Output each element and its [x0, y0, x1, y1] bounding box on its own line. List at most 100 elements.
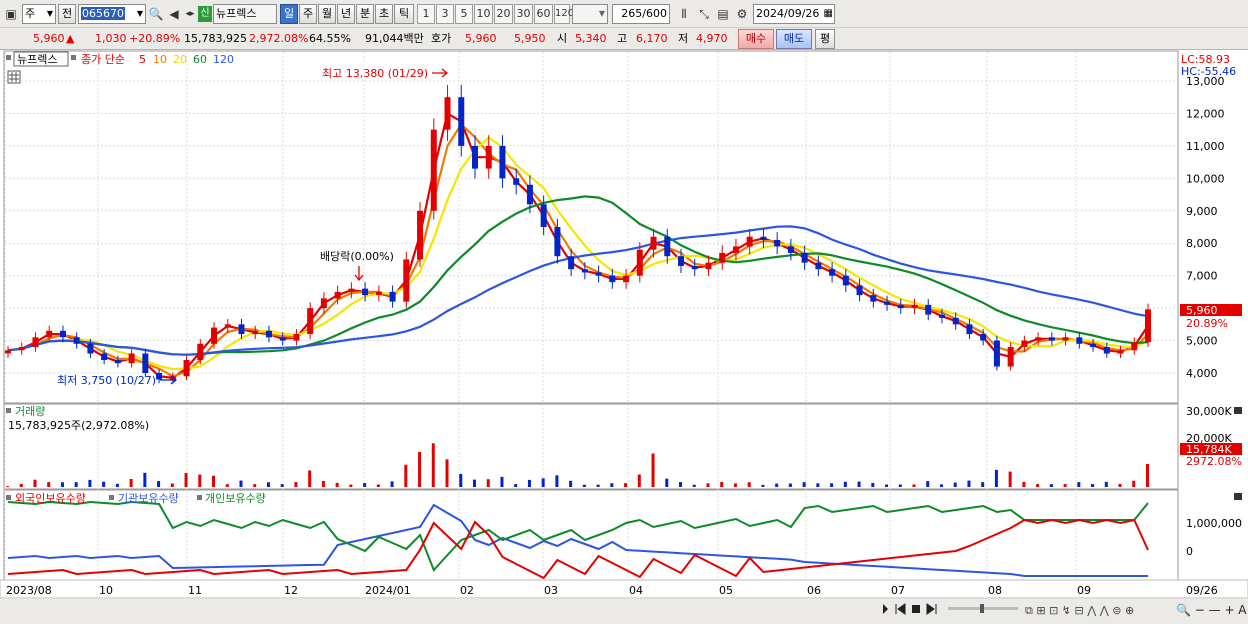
volume-bar: [445, 459, 449, 487]
stock-code-input[interactable]: 065670 ▼: [78, 4, 146, 24]
chart-area[interactable]: 13,00012,00011,00010,0009,0008,0007,0006…: [0, 50, 1248, 621]
candle-body: [403, 259, 410, 302]
price-change-pct: +20.89%: [129, 32, 181, 45]
candle-type-icon[interactable]: ⫴: [676, 4, 692, 24]
x-tick-label: 04: [629, 584, 643, 597]
panel-close-icon[interactable]: [1234, 407, 1242, 414]
prev-button[interactable]: 전: [58, 4, 76, 24]
interval-20[interactable]: 20: [494, 4, 513, 24]
window-icon[interactable]: ▣: [3, 4, 19, 24]
calendar-icon[interactable]: ▦: [824, 5, 833, 23]
toolbar: ▣ 주 ▼ 전 065670 ▼ 🔍 ◀ ◂▸ 신 뉴프렉스 일 주 월 년 분 초…: [0, 0, 1248, 28]
legend-individual: 개인보유수량: [205, 492, 266, 505]
data-count-field[interactable]: 265/600: [612, 4, 670, 24]
volume-bar: [321, 481, 325, 487]
stock-code-value: 065670: [81, 7, 125, 20]
x-tick-label: 2023/08: [6, 584, 52, 597]
price-box-value: 5,960: [1186, 304, 1218, 317]
interval-5[interactable]: 5: [455, 4, 473, 24]
sell-button[interactable]: 매도: [776, 29, 812, 49]
volume-bar: [404, 464, 408, 487]
volume-bar: [500, 476, 504, 487]
volume-info: 15,783,925주(2,972.08%): [8, 419, 149, 432]
volume-value: 15,783,925: [184, 32, 247, 45]
candle-body: [966, 324, 973, 335]
volume-bar: [582, 484, 586, 487]
tab-week[interactable]: 주: [299, 4, 317, 24]
candle-body: [197, 343, 204, 361]
candle-body: [293, 334, 300, 341]
table-icon[interactable]: [7, 70, 21, 84]
interval-3[interactable]: 3: [436, 4, 454, 24]
save-icon[interactable]: ▤: [715, 4, 731, 24]
volume-bar: [170, 483, 174, 487]
volume-y-tick: 30,000K: [1186, 405, 1232, 418]
candle-body: [128, 353, 135, 364]
volume-bar: [239, 480, 243, 487]
holdings-y-tick: 1,000,000: [1186, 517, 1242, 530]
zoom-slider-thumb[interactable]: [980, 604, 984, 613]
stock-tag: 뉴프렉스: [17, 53, 57, 66]
layout-icons[interactable]: ⧉ ⊞ ⊡ ↯ ⊟ ⋀ ⋀ ⊜ ⊕: [1025, 604, 1134, 617]
scroll-arrows-icon[interactable]: ◂▸: [182, 4, 198, 24]
candle-body: [320, 298, 327, 309]
candle-body: [1131, 342, 1138, 351]
candle-body: [636, 249, 643, 276]
candle-body: [650, 236, 657, 250]
candle-body: [938, 314, 945, 318]
volume-ratio: 2,972.08%: [249, 32, 309, 45]
interval-60[interactable]: 60: [534, 4, 553, 24]
x-tick-label: 07: [891, 584, 905, 597]
gear-icon[interactable]: ⚙: [734, 4, 750, 24]
interval-30[interactable]: 30: [514, 4, 533, 24]
x-tick-label: 03: [544, 584, 558, 597]
market-select[interactable]: 주 ▼: [22, 4, 56, 24]
stop-icon[interactable]: [912, 605, 920, 613]
candle-body: [334, 291, 341, 299]
candle-body: [925, 304, 932, 315]
candle-body: [829, 269, 836, 276]
interval-1[interactable]: 1: [417, 4, 435, 24]
tab-year[interactable]: 년: [337, 4, 355, 24]
candle-body: [1035, 337, 1042, 341]
legend-marker: [6, 495, 11, 500]
ma-5: 5: [139, 53, 146, 66]
candle-body: [430, 129, 437, 211]
candle-body: [1117, 350, 1124, 354]
candle-body: [787, 246, 794, 253]
candle-body: [897, 304, 904, 309]
volume-bar: [596, 484, 600, 487]
candle-body: [719, 252, 726, 263]
data-count-value: 265: [621, 7, 643, 20]
date-field[interactable]: 2024/09/26 ▦: [753, 4, 835, 24]
candle-body: [595, 272, 602, 276]
stock-chart-svg[interactable]: 13,00012,00011,00010,0009,0008,0007,0006…: [0, 50, 1248, 621]
tab-tick[interactable]: 틱: [394, 4, 414, 24]
tab-second[interactable]: 초: [375, 4, 393, 24]
tab-month[interactable]: 월: [318, 4, 336, 24]
candle-body: [732, 246, 739, 253]
panel-close-icon[interactable]: [1234, 493, 1242, 500]
interval-custom-select[interactable]: ▼: [572, 4, 608, 24]
tab-minute[interactable]: 분: [356, 4, 374, 24]
candle-body: [993, 340, 1000, 367]
bid-price: 5,950: [514, 32, 546, 45]
buy-button[interactable]: 매수: [738, 29, 774, 49]
volume-bar: [198, 474, 202, 487]
interval-120[interactable]: 120: [554, 4, 574, 24]
zoom-icon[interactable]: 🔍 − — + A: [1176, 602, 1247, 617]
candle-body: [581, 269, 588, 273]
evaluation-button[interactable]: 평: [815, 29, 835, 49]
hc-value: HC:-55.46: [1181, 65, 1236, 78]
volume-bar: [514, 484, 518, 487]
tab-day[interactable]: 일: [280, 4, 298, 24]
volume-bar: [335, 482, 339, 487]
trend-tool-icon[interactable]: ⤡: [696, 4, 712, 24]
speaker-icon[interactable]: ◀: [166, 4, 182, 24]
volume-bar: [308, 470, 312, 487]
turnover-rate: 64.55%: [309, 32, 351, 45]
candle-body: [609, 275, 616, 283]
candle-body: [1021, 340, 1028, 348]
search-icon[interactable]: 🔍: [148, 4, 164, 24]
interval-10[interactable]: 10: [474, 4, 493, 24]
